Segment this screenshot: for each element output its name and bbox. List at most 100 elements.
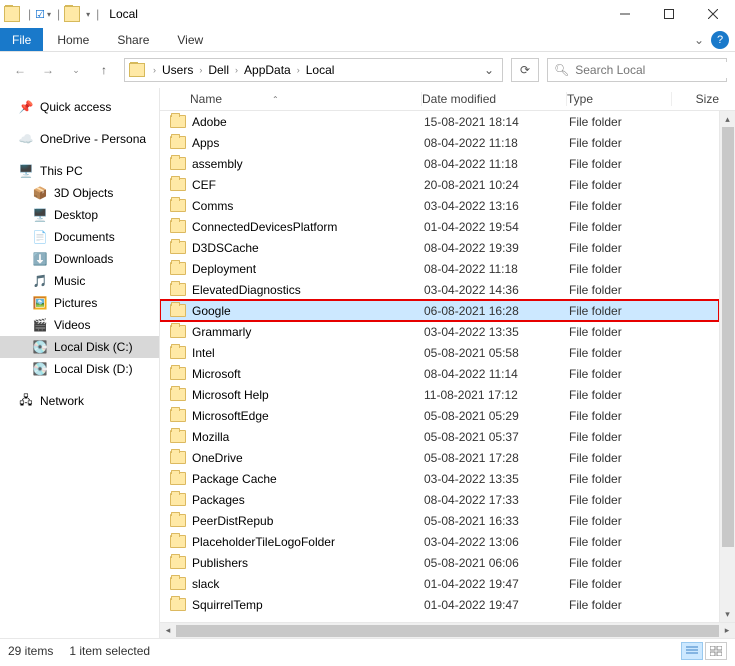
folder-icon	[170, 157, 186, 170]
table-row[interactable]: Comms03-04-2022 13:16File folder	[160, 195, 719, 216]
table-row[interactable]: PlaceholderTileLogoFolder03-04-2022 13:0…	[160, 531, 719, 552]
sidebar-item-videos[interactable]: 🎬Videos	[0, 314, 159, 336]
sidebar-item-downloads[interactable]: ⬇️Downloads	[0, 248, 159, 270]
table-row[interactable]: PeerDistRepub05-08-2021 16:33File folder	[160, 510, 719, 531]
scrollbar-thumb[interactable]	[176, 625, 719, 637]
address-history-icon[interactable]: ⌄	[480, 63, 498, 77]
forward-button[interactable]: →	[36, 58, 60, 82]
view-icons-button[interactable]	[705, 642, 727, 660]
table-row[interactable]: Microsoft08-04-2022 11:14File folder	[160, 363, 719, 384]
file-date: 01-04-2022 19:47	[424, 577, 569, 591]
sidebar-item-music[interactable]: 🎵Music	[0, 270, 159, 292]
breadcrumb[interactable]: Users	[160, 63, 195, 77]
search-box[interactable]: 🔍︎	[547, 58, 727, 82]
refresh-button[interactable]: ⟳	[511, 58, 539, 82]
sidebar-item-pictures[interactable]: 🖼️Pictures	[0, 292, 159, 314]
table-row[interactable]: Mozilla05-08-2021 05:37File folder	[160, 426, 719, 447]
search-input[interactable]	[573, 62, 732, 78]
chevron-right-icon[interactable]: ›	[149, 65, 160, 75]
sidebar-item-onedrive[interactable]: ☁️OneDrive - Persona	[0, 128, 159, 150]
sidebar-item-thispc[interactable]: 🖥️This PC	[0, 160, 159, 182]
table-row[interactable]: ConnectedDevicesPlatform01-04-2022 19:54…	[160, 216, 719, 237]
sidebar-item-network[interactable]: 🖧Network	[0, 390, 159, 412]
chevron-right-icon[interactable]: ›	[293, 65, 304, 75]
sidebar-item-label: Local Disk (D:)	[54, 362, 133, 376]
ribbon-expand-icon[interactable]: ⌄	[689, 28, 709, 51]
item-count: 29 items	[8, 644, 53, 658]
address-bar[interactable]: › Users › Dell › AppData › Local ⌄	[124, 58, 503, 82]
tab-share[interactable]: Share	[103, 28, 163, 51]
sidebar-item-desktop[interactable]: 🖥️Desktop	[0, 204, 159, 226]
scroll-up-icon[interactable]: ▴	[720, 111, 735, 127]
table-row[interactable]: Packages08-04-2022 17:33File folder	[160, 489, 719, 510]
qat-checkbox-icon[interactable]: ☑	[35, 8, 45, 21]
sidebar-item-3dobjects[interactable]: 📦3D Objects	[0, 182, 159, 204]
back-button[interactable]: ←	[8, 58, 32, 82]
file-date: 08-04-2022 11:14	[424, 367, 569, 381]
file-name: OneDrive	[192, 451, 424, 465]
breadcrumb[interactable]: Local	[304, 63, 337, 77]
chevron-right-icon[interactable]: ›	[195, 65, 206, 75]
table-row[interactable]: Apps08-04-2022 11:18File folder	[160, 132, 719, 153]
column-header-type[interactable]: Type	[567, 92, 672, 106]
table-row[interactable]: Package Cache03-04-2022 13:35File folder	[160, 468, 719, 489]
minimize-button[interactable]	[603, 0, 647, 28]
table-row[interactable]: Deployment08-04-2022 11:18File folder	[160, 258, 719, 279]
sidebar-item-diskc[interactable]: 💽Local Disk (C:)	[0, 336, 159, 358]
folder-icon	[170, 556, 186, 569]
file-date: 08-04-2022 11:18	[424, 157, 569, 171]
vertical-scrollbar[interactable]: ▴ ▾	[719, 111, 735, 622]
folder-icon	[170, 241, 186, 254]
sidebar-item-diskd[interactable]: 💽Local Disk (D:)	[0, 358, 159, 380]
file-name: MicrosoftEdge	[192, 409, 424, 423]
column-header-date[interactable]: Date modified	[422, 92, 567, 106]
table-row[interactable]: Google06-08-2021 16:28File folder	[160, 300, 719, 321]
table-row[interactable]: assembly08-04-2022 11:18File folder	[160, 153, 719, 174]
view-details-button[interactable]	[681, 642, 703, 660]
qat-dropdown-icon[interactable]: ▾	[47, 10, 51, 19]
up-button[interactable]: ↑	[92, 58, 116, 82]
scroll-left-icon[interactable]: ◂	[160, 623, 176, 638]
column-header-name[interactable]: Name⌃	[190, 92, 422, 106]
folder-icon	[170, 577, 186, 590]
cloud-icon: ☁️	[18, 131, 34, 147]
sidebar-item-documents[interactable]: 📄Documents	[0, 226, 159, 248]
table-row[interactable]: Adobe15-08-2021 18:14File folder	[160, 111, 719, 132]
table-row[interactable]: CEF20-08-2021 10:24File folder	[160, 174, 719, 195]
folder-icon	[170, 325, 186, 338]
column-header-size[interactable]: Size	[672, 92, 735, 106]
scroll-down-icon[interactable]: ▾	[720, 606, 735, 622]
file-name: Grammarly	[192, 325, 424, 339]
folder-icon	[170, 409, 186, 422]
close-button[interactable]	[691, 0, 735, 28]
table-row[interactable]: SquirrelTemp01-04-2022 19:47File folder	[160, 594, 719, 615]
table-row[interactable]: MicrosoftEdge05-08-2021 05:29File folder	[160, 405, 719, 426]
tab-view[interactable]: View	[163, 28, 217, 51]
recent-dropdown-icon[interactable]: ⌄	[64, 58, 88, 82]
tab-file[interactable]: File	[0, 28, 43, 51]
chevron-right-icon[interactable]: ›	[231, 65, 242, 75]
table-row[interactable]: Intel05-08-2021 05:58File folder	[160, 342, 719, 363]
maximize-button[interactable]	[647, 0, 691, 28]
file-name: Publishers	[192, 556, 424, 570]
breadcrumb[interactable]: Dell	[206, 63, 231, 77]
sidebar-item-quickaccess[interactable]: 📌Quick access	[0, 96, 159, 118]
table-row[interactable]: Microsoft Help11-08-2021 17:12File folde…	[160, 384, 719, 405]
breadcrumb[interactable]: AppData	[242, 63, 293, 77]
table-row[interactable]: ElevatedDiagnostics03-04-2022 14:36File …	[160, 279, 719, 300]
table-row[interactable]: slack01-04-2022 19:47File folder	[160, 573, 719, 594]
tab-home[interactable]: Home	[43, 28, 103, 51]
help-icon[interactable]: ?	[711, 31, 729, 49]
file-name: Microsoft Help	[192, 388, 424, 402]
table-row[interactable]: OneDrive05-08-2021 17:28File folder	[160, 447, 719, 468]
horizontal-scrollbar[interactable]: ◂ ▸	[160, 622, 735, 638]
qat-dropdown-icon[interactable]: ▾	[86, 10, 90, 19]
table-row[interactable]: D3DSCache08-04-2022 19:39File folder	[160, 237, 719, 258]
table-row[interactable]: Publishers05-08-2021 06:06File folder	[160, 552, 719, 573]
file-name: CEF	[192, 178, 424, 192]
scroll-right-icon[interactable]: ▸	[719, 623, 735, 638]
scrollbar-thumb[interactable]	[722, 127, 734, 547]
network-icon: 🖧	[18, 393, 34, 409]
file-type: File folder	[569, 262, 689, 276]
table-row[interactable]: Grammarly03-04-2022 13:35File folder	[160, 321, 719, 342]
